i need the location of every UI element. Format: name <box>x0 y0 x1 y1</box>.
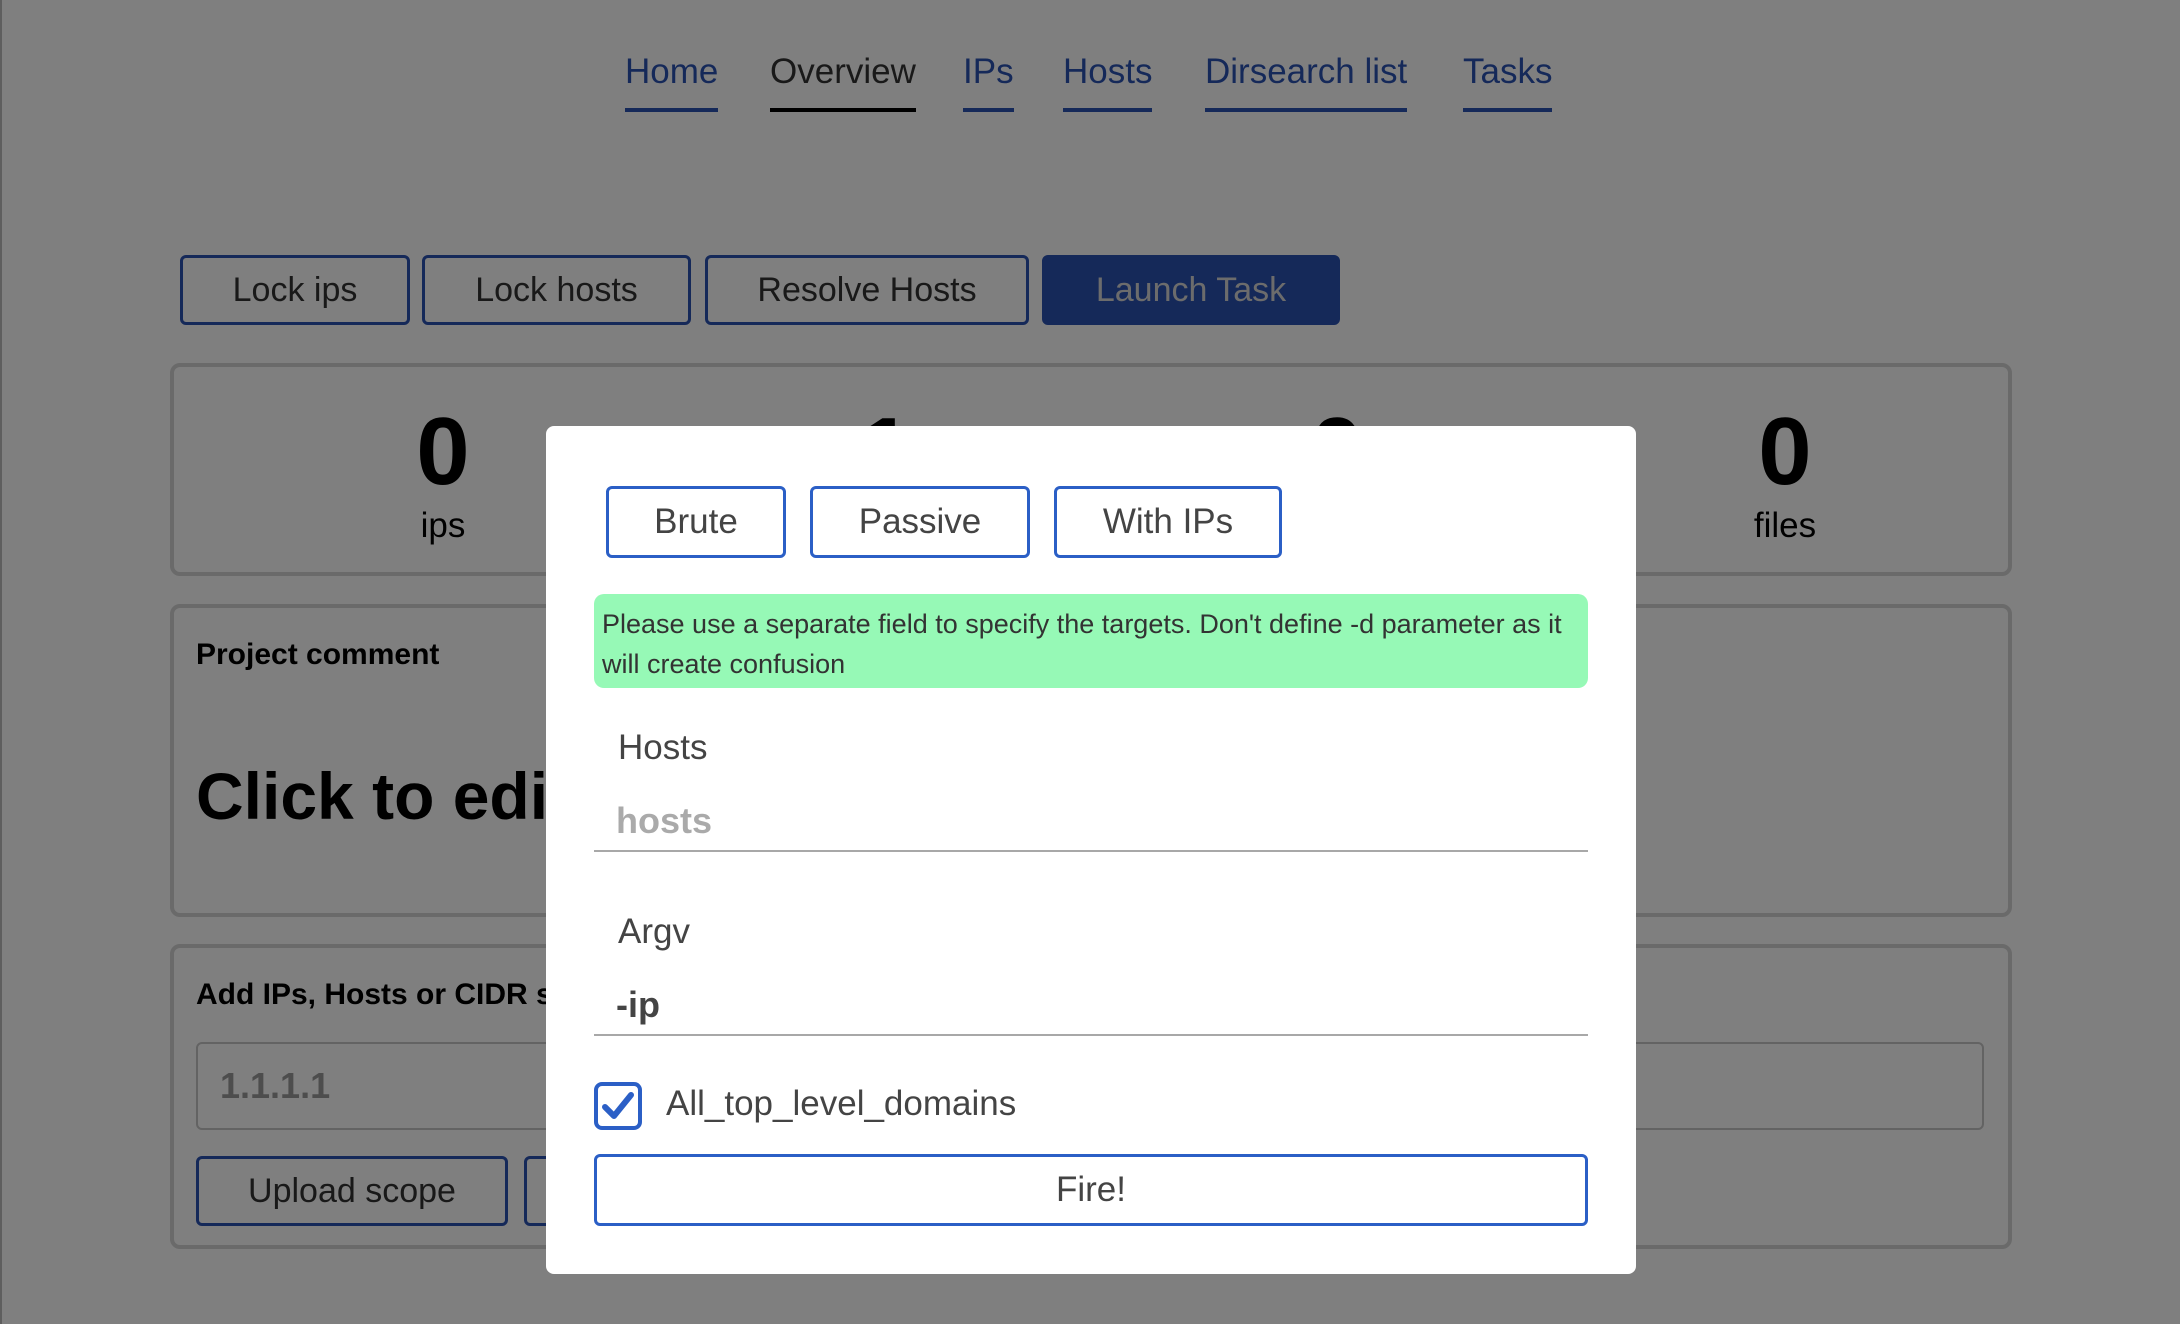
hosts-input[interactable] <box>594 792 1588 852</box>
preset-passive-button[interactable]: Passive <box>810 486 1030 558</box>
argv-label: Argv <box>618 912 690 951</box>
argv-input[interactable] <box>594 976 1588 1036</box>
info-notice: Please use a separate field to specify t… <box>594 594 1588 688</box>
preset-with-ips-button[interactable]: With IPs <box>1054 486 1282 558</box>
all-tld-label[interactable]: All_top_level_domains <box>666 1084 1016 1124</box>
hosts-label: Hosts <box>618 728 708 767</box>
checkmark-icon <box>602 1092 634 1119</box>
page: Home Overview IPs Hosts Dirsearch list T… <box>0 0 2180 1324</box>
launch-task-modal: Brute Passive With IPs Please use a sepa… <box>546 426 1636 1274</box>
preset-brute-button[interactable]: Brute <box>606 486 786 558</box>
fire-button[interactable]: Fire! <box>594 1154 1588 1226</box>
all-tld-checkbox[interactable] <box>594 1082 642 1130</box>
